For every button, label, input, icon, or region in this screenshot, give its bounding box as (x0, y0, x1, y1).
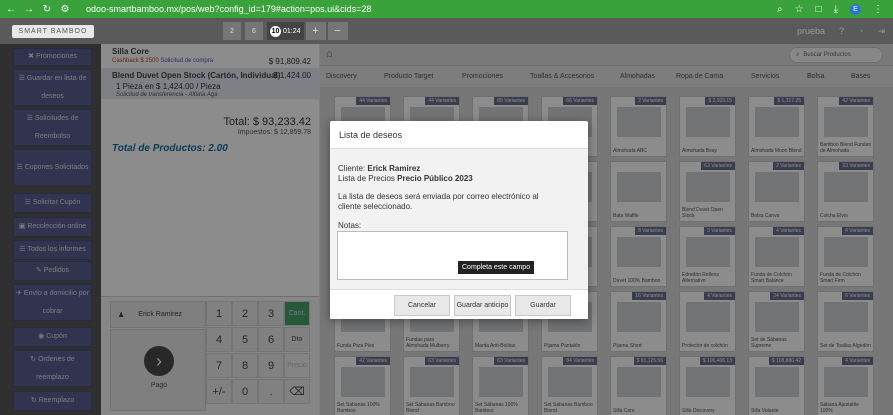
modal-backdrop (0, 44, 101, 415)
client-line: Cliente: Erick Ramirez (338, 164, 420, 173)
notes-textarea[interactable]: Completa este campo (337, 231, 568, 280)
dialog-footer: Cancelar Guardar anticipo Guardar (330, 289, 588, 319)
session-number: 10 (270, 25, 281, 37)
cancel-button[interactable]: Cancelar (394, 295, 450, 316)
pricelist-name: Precio Público 2023 (397, 174, 473, 183)
save-button[interactable]: Guardar (515, 295, 571, 316)
active-session-tab[interactable]: 10 01:24 (267, 22, 304, 40)
forward-icon[interactable]: → (22, 4, 36, 15)
wifi-icon: ◔ (858, 26, 864, 36)
dialog-title: Lista de deseos (330, 121, 588, 149)
wishlist-info: La lista de deseos será enviada por corr… (338, 192, 539, 211)
close-pos-icon[interactable]: ⇥ (877, 26, 885, 37)
reload-icon[interactable]: ↻ (40, 4, 54, 15)
pos-header: SMART BAMBOO 2 6 10 01:24 + − prueba ? ◔… (0, 18, 893, 44)
site-info-icon[interactable]: ⚙ (58, 4, 72, 15)
client-label: Cliente: (338, 164, 366, 173)
cashier-name[interactable]: prueba (797, 26, 825, 36)
extensions-icon[interactable]: □ (816, 4, 822, 15)
zoom-icon[interactable]: ⌕ (777, 4, 783, 15)
pos-logo: SMART BAMBOO (12, 24, 94, 38)
validation-tooltip: Completa este campo (458, 261, 535, 274)
menu-icon[interactable]: ⋮ (873, 4, 883, 15)
address-bar[interactable]: odoo-smartbamboo.mx/pos/web?config_id=17… (86, 4, 777, 14)
back-icon[interactable]: ← (4, 4, 18, 15)
download-icon[interactable]: ⤓ (834, 4, 838, 15)
pricelist-label: Lista de Precios (338, 174, 395, 183)
pricelist-line: Lista de Precios Precio Público 2023 (338, 174, 473, 183)
session-tab[interactable]: 2 (223, 22, 241, 40)
session-time: 01:24 (283, 27, 301, 35)
notes-label: Notas: (338, 221, 362, 230)
remove-session-button[interactable]: − (327, 22, 348, 40)
session-tab[interactable]: 6 (245, 22, 263, 40)
save-advance-button[interactable]: Guardar anticipo (454, 295, 511, 316)
add-session-button[interactable]: + (305, 22, 326, 40)
help-icon[interactable]: ? (839, 26, 844, 36)
client-name: Erick Ramirez (367, 164, 421, 173)
profile-avatar[interactable]: E (850, 3, 861, 15)
browser-bar: ← → ↻ ⚙ odoo-smartbamboo.mx/pos/web?conf… (0, 0, 893, 18)
star-icon[interactable]: ☆ (795, 4, 804, 15)
wishlist-dialog: Lista de deseos Cliente: Erick Ramirez L… (330, 121, 588, 319)
dialog-body: Cliente: Erick Ramirez Lista de Precios … (330, 149, 588, 289)
